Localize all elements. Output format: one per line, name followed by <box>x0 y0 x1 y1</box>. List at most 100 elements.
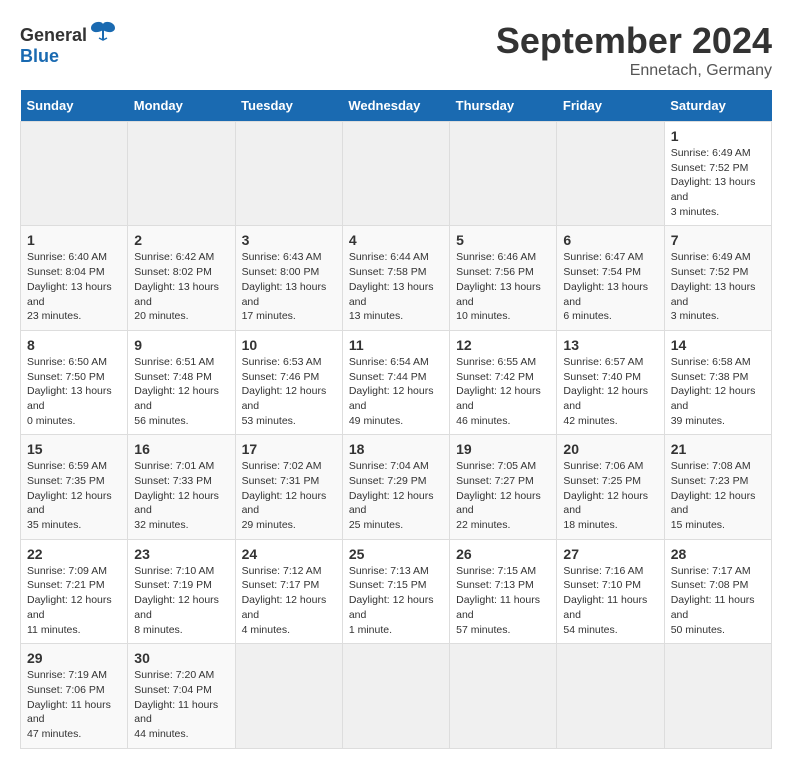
day-number: 2 <box>134 232 228 248</box>
day-number: 9 <box>134 337 228 353</box>
day-info: Sunrise: 6:47 AMSunset: 7:54 PMDaylight:… <box>563 250 657 323</box>
day-number: 22 <box>27 546 121 562</box>
calendar-cell <box>664 644 771 748</box>
calendar-cell: 16 Sunrise: 7:01 AMSunset: 7:33 PMDaylig… <box>128 435 235 539</box>
day-number: 3 <box>242 232 336 248</box>
day-info: Sunrise: 7:09 AMSunset: 7:21 PMDaylight:… <box>27 564 121 637</box>
day-number: 21 <box>671 441 765 457</box>
day-info: Sunrise: 6:43 AMSunset: 8:00 PMDaylight:… <box>242 250 336 323</box>
calendar-body: 1 Sunrise: 6:49 AMSunset: 7:52 PMDayligh… <box>21 122 772 749</box>
day-info: Sunrise: 7:20 AMSunset: 7:04 PMDaylight:… <box>134 668 228 741</box>
calendar-cell: 1 Sunrise: 6:49 AMSunset: 7:52 PMDayligh… <box>664 122 771 226</box>
calendar-table: SundayMondayTuesdayWednesdayThursdayFrid… <box>20 90 772 749</box>
calendar-week-5: 22 Sunrise: 7:09 AMSunset: 7:21 PMDaylig… <box>21 539 772 643</box>
calendar-cell: 7 Sunrise: 6:49 AMSunset: 7:52 PMDayligh… <box>664 226 771 330</box>
day-info: Sunrise: 6:42 AMSunset: 8:02 PMDaylight:… <box>134 250 228 323</box>
day-number: 19 <box>456 441 550 457</box>
day-info: Sunrise: 7:16 AMSunset: 7:10 PMDaylight:… <box>563 564 657 637</box>
calendar-cell: 14 Sunrise: 6:58 AMSunset: 7:38 PMDaylig… <box>664 330 771 434</box>
calendar-cell <box>557 644 664 748</box>
day-header-wednesday: Wednesday <box>342 90 449 122</box>
calendar-cell: 25 Sunrise: 7:13 AMSunset: 7:15 PMDaylig… <box>342 539 449 643</box>
calendar-week-1: 1 Sunrise: 6:49 AMSunset: 7:52 PMDayligh… <box>21 122 772 226</box>
day-number: 26 <box>456 546 550 562</box>
calendar-week-6: 29 Sunrise: 7:19 AMSunset: 7:06 PMDaylig… <box>21 644 772 748</box>
calendar-cell <box>21 122 128 226</box>
calendar-cell: 20 Sunrise: 7:06 AMSunset: 7:25 PMDaylig… <box>557 435 664 539</box>
calendar-cell: 19 Sunrise: 7:05 AMSunset: 7:27 PMDaylig… <box>450 435 557 539</box>
calendar-cell: 21 Sunrise: 7:08 AMSunset: 7:23 PMDaylig… <box>664 435 771 539</box>
day-number: 29 <box>27 650 121 666</box>
day-number: 23 <box>134 546 228 562</box>
day-info: Sunrise: 6:57 AMSunset: 7:40 PMDaylight:… <box>563 355 657 428</box>
title-section: September 2024 Ennetach, Germany <box>496 20 772 80</box>
calendar-cell <box>342 644 449 748</box>
day-header-sunday: Sunday <box>21 90 128 122</box>
calendar-cell: 10 Sunrise: 6:53 AMSunset: 7:46 PMDaylig… <box>235 330 342 434</box>
day-number: 4 <box>349 232 443 248</box>
day-number: 1 <box>671 128 765 144</box>
calendar-cell: 12 Sunrise: 6:55 AMSunset: 7:42 PMDaylig… <box>450 330 557 434</box>
calendar-cell <box>342 122 449 226</box>
calendar-cell: 1 Sunrise: 6:40 AMSunset: 8:04 PMDayligh… <box>21 226 128 330</box>
day-number: 12 <box>456 337 550 353</box>
day-info: Sunrise: 7:10 AMSunset: 7:19 PMDaylight:… <box>134 564 228 637</box>
day-number: 15 <box>27 441 121 457</box>
logo: General Blue <box>20 20 117 67</box>
day-info: Sunrise: 7:04 AMSunset: 7:29 PMDaylight:… <box>349 459 443 532</box>
logo-text-blue: Blue <box>20 46 59 67</box>
calendar-cell <box>128 122 235 226</box>
day-info: Sunrise: 7:13 AMSunset: 7:15 PMDaylight:… <box>349 564 443 637</box>
day-number: 25 <box>349 546 443 562</box>
day-info: Sunrise: 6:44 AMSunset: 7:58 PMDaylight:… <box>349 250 443 323</box>
page-header: General Blue September 2024 Ennetach, Ge… <box>20 20 772 80</box>
calendar-cell: 23 Sunrise: 7:10 AMSunset: 7:19 PMDaylig… <box>128 539 235 643</box>
day-number: 17 <box>242 441 336 457</box>
day-info: Sunrise: 7:05 AMSunset: 7:27 PMDaylight:… <box>456 459 550 532</box>
calendar-cell: 29 Sunrise: 7:19 AMSunset: 7:06 PMDaylig… <box>21 644 128 748</box>
day-info: Sunrise: 7:15 AMSunset: 7:13 PMDaylight:… <box>456 564 550 637</box>
day-info: Sunrise: 6:40 AMSunset: 8:04 PMDaylight:… <box>27 250 121 323</box>
calendar-week-3: 8 Sunrise: 6:50 AMSunset: 7:50 PMDayligh… <box>21 330 772 434</box>
day-info: Sunrise: 6:50 AMSunset: 7:50 PMDaylight:… <box>27 355 121 428</box>
location-subtitle: Ennetach, Germany <box>496 62 772 80</box>
day-number: 16 <box>134 441 228 457</box>
calendar-cell: 13 Sunrise: 6:57 AMSunset: 7:40 PMDaylig… <box>557 330 664 434</box>
calendar-cell <box>235 644 342 748</box>
day-number: 27 <box>563 546 657 562</box>
month-title: September 2024 <box>496 20 772 62</box>
day-info: Sunrise: 6:58 AMSunset: 7:38 PMDaylight:… <box>671 355 765 428</box>
calendar-cell: 11 Sunrise: 6:54 AMSunset: 7:44 PMDaylig… <box>342 330 449 434</box>
calendar-cell: 2 Sunrise: 6:42 AMSunset: 8:02 PMDayligh… <box>128 226 235 330</box>
calendar-cell: 15 Sunrise: 6:59 AMSunset: 7:35 PMDaylig… <box>21 435 128 539</box>
day-info: Sunrise: 7:19 AMSunset: 7:06 PMDaylight:… <box>27 668 121 741</box>
calendar-cell: 22 Sunrise: 7:09 AMSunset: 7:21 PMDaylig… <box>21 539 128 643</box>
calendar-week-4: 15 Sunrise: 6:59 AMSunset: 7:35 PMDaylig… <box>21 435 772 539</box>
calendar-cell: 4 Sunrise: 6:44 AMSunset: 7:58 PMDayligh… <box>342 226 449 330</box>
day-info: Sunrise: 7:06 AMSunset: 7:25 PMDaylight:… <box>563 459 657 532</box>
calendar-cell: 8 Sunrise: 6:50 AMSunset: 7:50 PMDayligh… <box>21 330 128 434</box>
calendar-cell: 5 Sunrise: 6:46 AMSunset: 7:56 PMDayligh… <box>450 226 557 330</box>
day-info: Sunrise: 6:49 AMSunset: 7:52 PMDaylight:… <box>671 250 765 323</box>
day-info: Sunrise: 6:53 AMSunset: 7:46 PMDaylight:… <box>242 355 336 428</box>
day-number: 5 <box>456 232 550 248</box>
day-number: 13 <box>563 337 657 353</box>
day-number: 24 <box>242 546 336 562</box>
calendar-cell <box>450 644 557 748</box>
day-info: Sunrise: 6:51 AMSunset: 7:48 PMDaylight:… <box>134 355 228 428</box>
day-number: 6 <box>563 232 657 248</box>
day-info: Sunrise: 6:55 AMSunset: 7:42 PMDaylight:… <box>456 355 550 428</box>
calendar-cell: 6 Sunrise: 6:47 AMSunset: 7:54 PMDayligh… <box>557 226 664 330</box>
calendar-cell <box>235 122 342 226</box>
day-number: 20 <box>563 441 657 457</box>
calendar-cell: 9 Sunrise: 6:51 AMSunset: 7:48 PMDayligh… <box>128 330 235 434</box>
logo-bird-icon <box>89 20 117 50</box>
calendar-cell: 27 Sunrise: 7:16 AMSunset: 7:10 PMDaylig… <box>557 539 664 643</box>
day-info: Sunrise: 6:54 AMSunset: 7:44 PMDaylight:… <box>349 355 443 428</box>
day-number: 18 <box>349 441 443 457</box>
calendar-cell <box>557 122 664 226</box>
day-info: Sunrise: 7:17 AMSunset: 7:08 PMDaylight:… <box>671 564 765 637</box>
day-number: 7 <box>671 232 765 248</box>
day-info: Sunrise: 6:59 AMSunset: 7:35 PMDaylight:… <box>27 459 121 532</box>
calendar-cell: 26 Sunrise: 7:15 AMSunset: 7:13 PMDaylig… <box>450 539 557 643</box>
